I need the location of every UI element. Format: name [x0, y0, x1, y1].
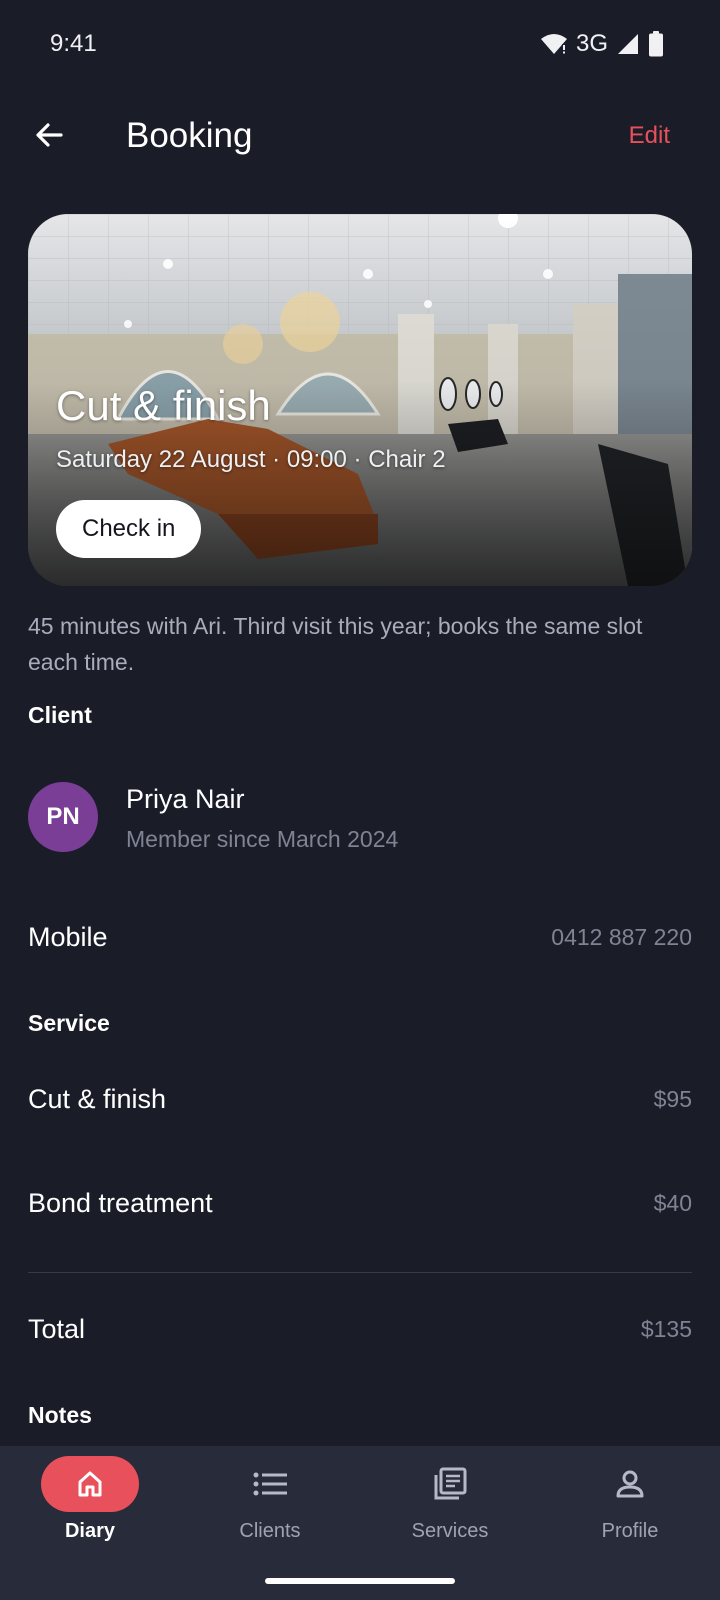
total-row: Total $135	[28, 1314, 692, 1345]
list-icon	[221, 1456, 319, 1512]
hero-datetime: Saturday 22 August · 09:00 · Chair 2	[56, 446, 446, 473]
nav-item-diary[interactable]: Diary	[0, 1456, 180, 1566]
booking-description: 45 minutes with Ari. Third visit this ye…	[28, 613, 643, 675]
nav-item-services[interactable]: Services	[360, 1456, 540, 1566]
service-name: Bond treatment	[28, 1188, 213, 1218]
notes-section-label: Notes	[28, 1402, 92, 1428]
total-value: $135	[640, 1316, 692, 1342]
status-icons: 3G	[540, 30, 664, 58]
nav-label: Services	[411, 1520, 489, 1542]
nav-label: Profile	[601, 1520, 659, 1542]
service-price: $40	[653, 1190, 692, 1216]
hero-service-title: Cut & finish	[56, 382, 271, 429]
status-bar: 9:41 3G	[0, 0, 720, 88]
service-row[interactable]: Bond treatment $40	[28, 1188, 692, 1219]
divider	[28, 1272, 692, 1273]
edit-button[interactable]: Edit	[629, 122, 670, 150]
nav-label: Diary	[64, 1520, 116, 1542]
status-time: 9:41	[50, 30, 97, 57]
arrow-left-icon	[33, 119, 65, 156]
total-label: Total	[28, 1314, 86, 1344]
mobile-label: Mobile	[28, 922, 108, 952]
mobile-row[interactable]: Mobile 0412 887 220	[28, 922, 692, 953]
battery-icon	[648, 31, 664, 57]
client-row[interactable]: PN Priya Nair Member since March 2024	[28, 782, 692, 852]
service-section-label: Service	[28, 1010, 110, 1036]
nav-item-profile[interactable]: Profile	[540, 1456, 720, 1566]
back-button[interactable]	[26, 114, 72, 160]
services-icon	[401, 1456, 499, 1512]
avatar: PN	[28, 782, 98, 852]
home-indicator[interactable]	[265, 1578, 455, 1584]
bottom-navigation: Diary Clients Services Profile	[0, 1446, 720, 1600]
service-name: Cut & finish	[28, 1084, 167, 1114]
nav-item-clients[interactable]: Clients	[180, 1456, 360, 1566]
profile-icon	[581, 1456, 679, 1512]
page-title: Booking	[126, 116, 253, 155]
booking-hero-card: Cut & finish Saturday 22 August · 09:00 …	[28, 214, 692, 586]
client-name: Priya Nair	[126, 784, 245, 814]
wifi-icon	[540, 32, 568, 56]
client-section-label: Client	[28, 702, 92, 728]
signal-icon	[616, 32, 640, 56]
nav-label: Clients	[239, 1520, 301, 1542]
mobile-value: 0412 887 220	[551, 924, 692, 950]
app-bar: Booking Edit	[0, 98, 720, 178]
network-type: 3G	[575, 30, 608, 57]
service-price: $95	[653, 1086, 692, 1112]
check-in-button[interactable]: Check in	[56, 500, 202, 558]
home-icon	[41, 1456, 139, 1512]
client-member-since: Member since March 2024	[126, 826, 399, 852]
service-row[interactable]: Cut & finish $95	[28, 1084, 692, 1115]
